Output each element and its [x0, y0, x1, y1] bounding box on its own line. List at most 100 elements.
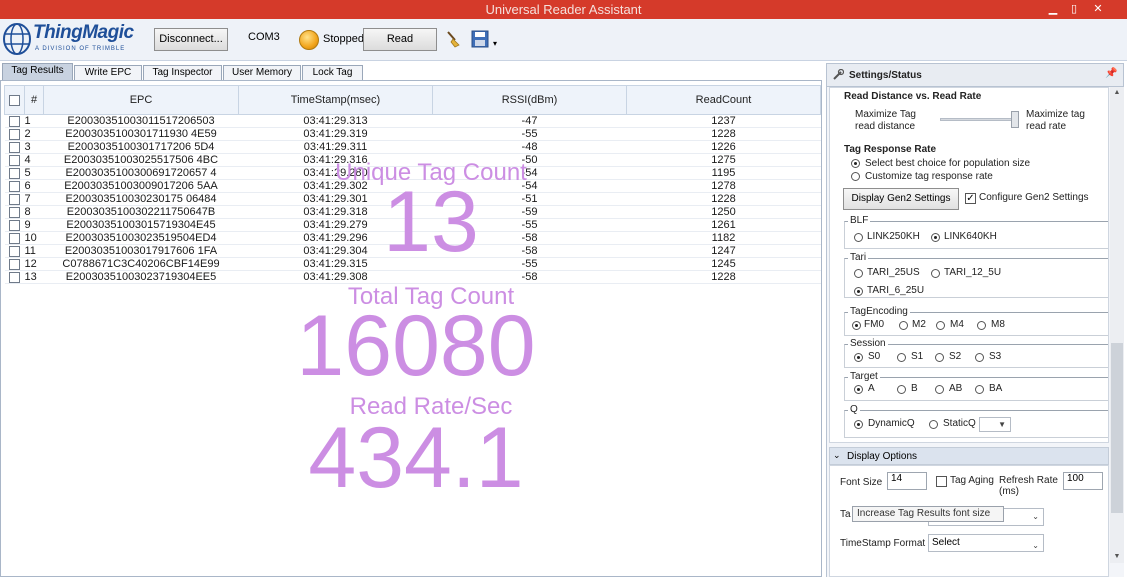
- scrollbar-thumb[interactable]: [1111, 343, 1123, 513]
- row-select-cell[interactable]: [4, 218, 25, 232]
- row-rssi: -47: [432, 114, 627, 128]
- table-row[interactable]: 3 E2003035100301717206 5D4 03:41:29.311 -48…: [4, 140, 821, 154]
- row-epc: E2003035100302211750647B: [43, 205, 239, 219]
- scroll-up-icon[interactable]: ▲: [1110, 87, 1124, 99]
- radio-target-ab[interactable]: [935, 385, 944, 394]
- radio-s2[interactable]: [935, 353, 944, 362]
- radio-m4[interactable]: [936, 321, 945, 330]
- row-checkbox[interactable]: [9, 154, 20, 166]
- row-select-cell[interactable]: [4, 257, 25, 271]
- blf-caption: BLF: [848, 215, 871, 226]
- column-header-rssi[interactable]: RSSI(dBm): [432, 85, 627, 115]
- radio-best-choice[interactable]: [851, 159, 860, 168]
- maximize-button[interactable]: ▯: [1064, 1, 1084, 17]
- radio-tari-6-25[interactable]: [854, 287, 863, 296]
- globe-icon: [3, 23, 31, 55]
- radio-fm0[interactable]: [852, 321, 861, 330]
- row-checkbox[interactable]: [9, 258, 20, 270]
- radio-tari-12-5[interactable]: [931, 269, 940, 278]
- radio-customize[interactable]: [851, 172, 860, 181]
- read-button[interactable]: Read: [363, 28, 437, 51]
- radio-link250[interactable]: [854, 233, 863, 242]
- row-checkbox[interactable]: [9, 219, 20, 231]
- slider-knob[interactable]: [1011, 111, 1019, 128]
- radio-target-a[interactable]: [854, 385, 863, 394]
- configure-gen2-checkbox[interactable]: ✓: [965, 193, 976, 204]
- row-checkbox[interactable]: [9, 245, 20, 257]
- column-header-readcount[interactable]: ReadCount: [626, 85, 821, 115]
- radio-m2[interactable]: [899, 321, 908, 330]
- column-header-index[interactable]: #: [24, 85, 44, 115]
- timestamp-format-select[interactable]: Select ⌄: [928, 534, 1044, 552]
- row-select-cell[interactable]: [4, 192, 25, 206]
- table-row[interactable]: 2 E2003035100301711930 4E59 03:41:29.319 -5…: [4, 127, 821, 141]
- select-all-header[interactable]: [4, 85, 25, 115]
- radio-target-b[interactable]: [897, 385, 906, 394]
- select-all-checkbox[interactable]: [9, 94, 20, 106]
- row-checkbox[interactable]: [9, 180, 20, 192]
- row-select-cell[interactable]: [4, 127, 25, 141]
- tag-aging-checkbox[interactable]: [936, 476, 947, 487]
- q-caption: Q: [848, 404, 860, 415]
- clear-broom-icon[interactable]: [443, 29, 463, 49]
- tab-tag-results[interactable]: Tag Results: [2, 63, 73, 80]
- row-select-cell[interactable]: [4, 179, 25, 193]
- table-row[interactable]: 13 E20030351003023719304EE5 03:41:29.308 -5…: [4, 270, 821, 284]
- column-header-epc[interactable]: EPC: [43, 85, 239, 115]
- display-gen2-settings-button[interactable]: Display Gen2 Settings: [843, 188, 959, 210]
- display-options-title: Display Options: [847, 451, 918, 462]
- thingmagic-logo: ThingMagic A DIVISION OF TRIMBLE: [2, 22, 142, 58]
- row-index: 1: [24, 114, 44, 128]
- row-checkbox[interactable]: [9, 128, 20, 140]
- radio-link640[interactable]: [931, 233, 940, 242]
- settings-status-title: Settings/Status: [849, 70, 922, 81]
- max-rate-label-1: Maximize tag: [1026, 109, 1085, 120]
- tab-tag-inspector[interactable]: Tag Inspector: [143, 65, 222, 80]
- row-checkbox[interactable]: [9, 206, 20, 218]
- tab-user-memory[interactable]: User Memory: [223, 65, 301, 80]
- collapse-chevron-icon[interactable]: ⌄: [833, 450, 841, 461]
- row-select-cell[interactable]: [4, 231, 25, 245]
- row-select-cell[interactable]: [4, 244, 25, 258]
- row-readcount: 1275: [626, 153, 821, 167]
- row-epc: E20030351003011517206503: [43, 114, 239, 128]
- radio-target-ba[interactable]: [975, 385, 984, 394]
- row-checkbox[interactable]: [9, 167, 20, 179]
- row-select-cell[interactable]: [4, 140, 25, 154]
- read-distance-slider[interactable]: [940, 111, 1019, 128]
- static-q-select[interactable]: ▼: [979, 417, 1011, 432]
- tab-write-epc[interactable]: Write EPC: [74, 65, 142, 80]
- row-checkbox[interactable]: [9, 193, 20, 205]
- radio-s0[interactable]: [854, 353, 863, 362]
- dropdown-arrow-icon[interactable]: ▾: [493, 39, 497, 48]
- tari-25-label: TARI_25US: [867, 267, 920, 278]
- tab-lock-tag[interactable]: Lock Tag: [302, 65, 363, 80]
- row-select-cell[interactable]: [4, 270, 25, 284]
- minimize-button[interactable]: ▁: [1043, 1, 1063, 17]
- close-button[interactable]: ✕: [1088, 1, 1108, 17]
- radio-tari-25[interactable]: [854, 269, 863, 278]
- radio-m8[interactable]: [977, 321, 986, 330]
- row-select-cell[interactable]: [4, 114, 25, 128]
- settings-scrollbar[interactable]: ▲ ▼: [1110, 87, 1124, 563]
- table-row[interactable]: 1 E20030351003011517206503 03:41:29.313 -47…: [4, 114, 821, 128]
- pin-icon[interactable]: 📌: [1105, 68, 1117, 79]
- scroll-down-icon[interactable]: ▼: [1110, 551, 1124, 563]
- radio-dynamic-q[interactable]: [854, 420, 863, 429]
- row-checkbox[interactable]: [9, 141, 20, 153]
- row-select-cell[interactable]: [4, 166, 25, 180]
- radio-s3[interactable]: [975, 353, 984, 362]
- row-checkbox[interactable]: [9, 232, 20, 244]
- refresh-rate-input[interactable]: 100: [1063, 472, 1103, 490]
- row-select-cell[interactable]: [4, 205, 25, 219]
- font-size-input[interactable]: 14: [887, 472, 927, 490]
- radio-static-q[interactable]: [929, 420, 938, 429]
- radio-s1[interactable]: [897, 353, 906, 362]
- disconnect-button[interactable]: Disconnect...: [154, 28, 228, 51]
- save-icon[interactable]: [470, 29, 490, 49]
- row-checkbox[interactable]: [9, 271, 20, 283]
- row-checkbox[interactable]: [9, 115, 20, 127]
- row-select-cell[interactable]: [4, 153, 25, 167]
- column-header-timestamp[interactable]: TimeStamp(msec): [238, 85, 433, 115]
- display-options-header[interactable]: ⌄ Display Options: [829, 447, 1109, 465]
